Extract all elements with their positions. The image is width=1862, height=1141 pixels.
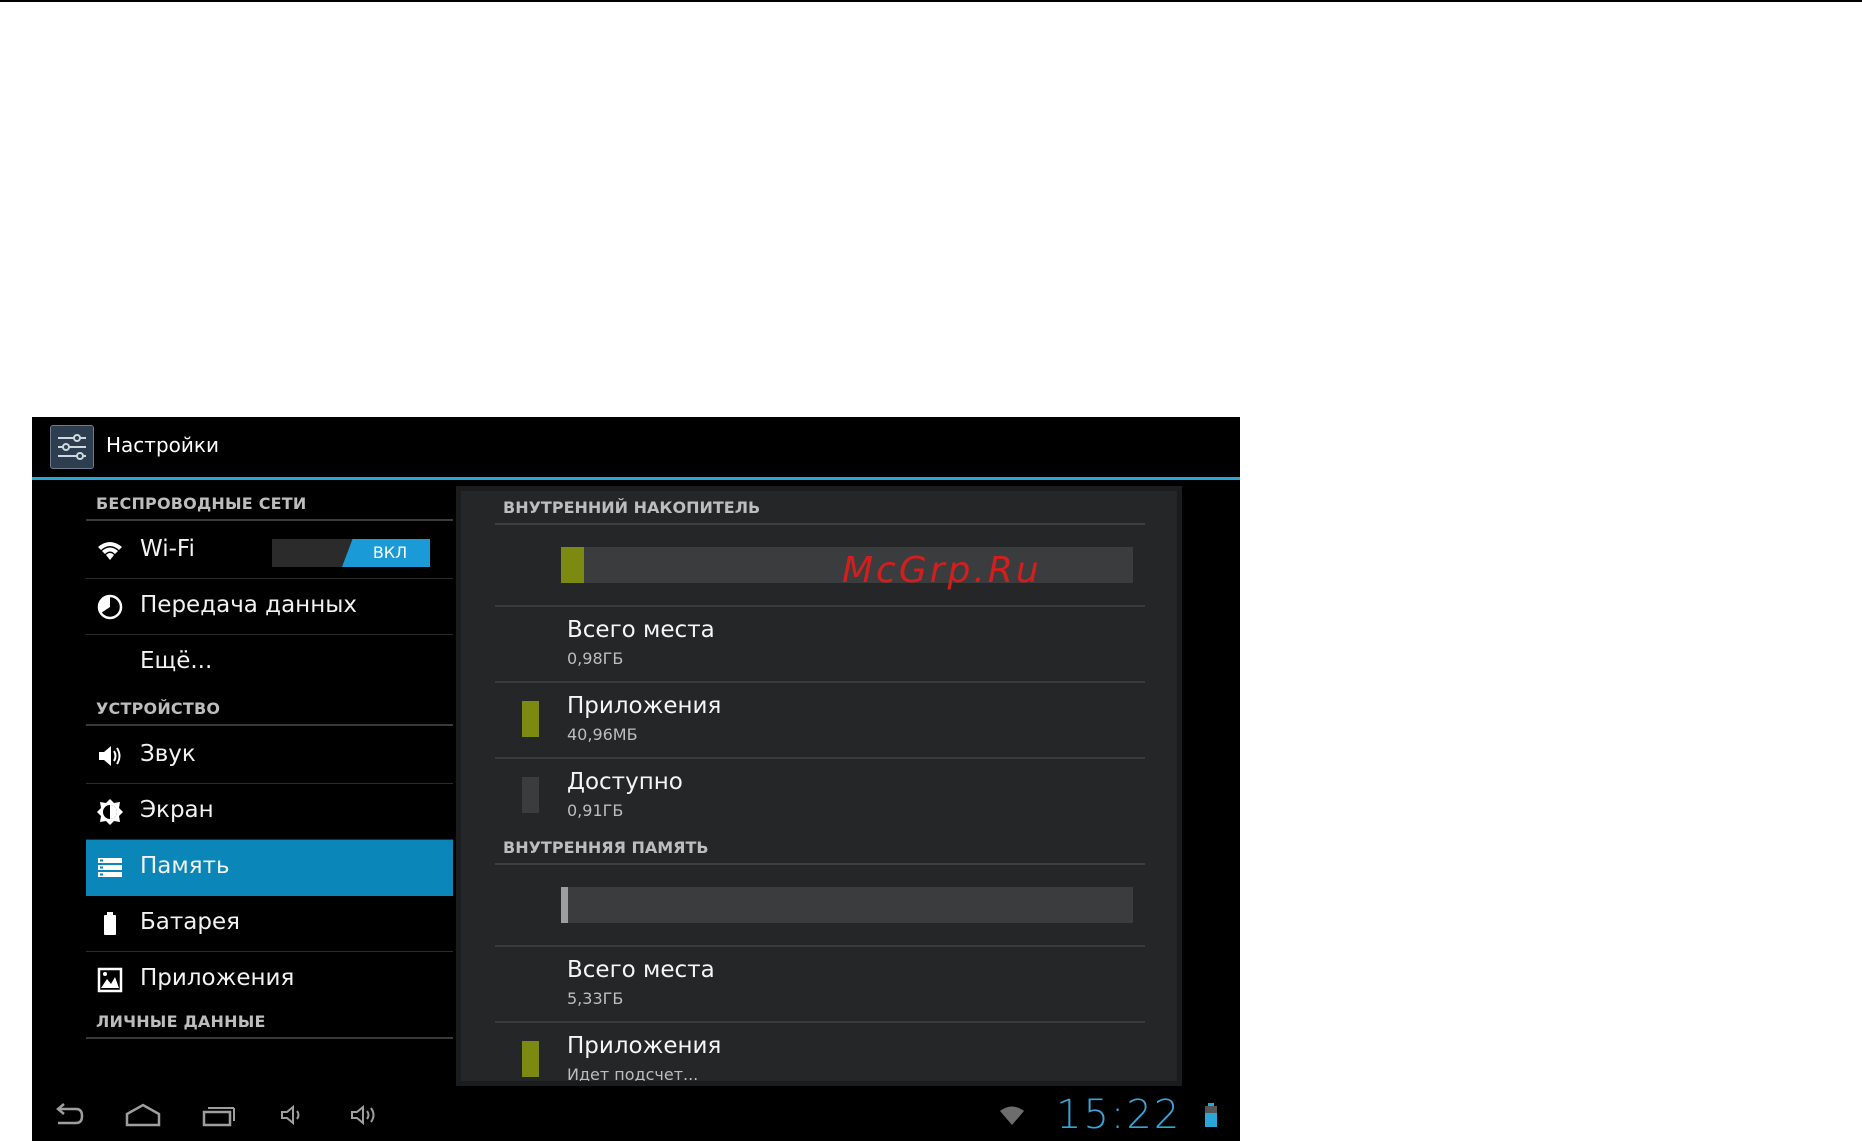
status-clock[interactable]: 15:22 xyxy=(1056,1089,1181,1141)
category-device: УСТРОЙСТВО xyxy=(86,692,453,726)
settings-item-sound[interactable]: Звук xyxy=(86,728,453,784)
section-internal-memory: ВНУТРЕННЯЯ ПАМЯТЬ xyxy=(495,831,1145,865)
tablet-screen: Настройки БЕСПРОВОДНЫЕ СЕТИ Wi-Fi ВКЛ Пе… xyxy=(32,417,1240,1141)
storage-row-value: 5,33ГБ xyxy=(567,989,624,1008)
storage-detail-pane: ВНУТРЕННИЙ НАКОПИТЕЛЬ Всего места 0,98ГБ… xyxy=(456,486,1182,1086)
app-title: Настройки xyxy=(106,433,219,457)
apps-color-swatch xyxy=(522,1041,539,1077)
settings-item-label: Ещё... xyxy=(140,648,213,674)
settings-item-label: Батарея xyxy=(140,909,240,935)
storage-row-title: Всего места xyxy=(567,957,715,983)
settings-item-label: Память xyxy=(140,853,230,879)
settings-item-storage[interactable]: Память xyxy=(86,840,453,896)
settings-item-display[interactable]: Экран xyxy=(86,784,453,840)
internal-storage-used-fill xyxy=(561,547,584,583)
speaker-icon xyxy=(96,742,124,770)
data-usage-icon xyxy=(96,593,124,621)
settings-item-apps[interactable]: Приложения xyxy=(86,952,453,1008)
storage-row-value: 0,98ГБ xyxy=(567,649,624,668)
category-personal: ЛИЧНЫЕ ДАННЫЕ xyxy=(86,1007,453,1039)
internal-memory-usage-bar xyxy=(561,887,1133,923)
back-icon[interactable] xyxy=(50,1101,86,1129)
available-color-swatch xyxy=(522,777,539,813)
settings-list: БЕСПРОВОДНЫЕ СЕТИ Wi-Fi ВКЛ Передача дан… xyxy=(86,483,453,1093)
storage-row-title: Приложения xyxy=(567,693,722,719)
wifi-toggle[interactable]: ВКЛ xyxy=(272,539,430,567)
volume-down-icon[interactable] xyxy=(278,1101,308,1129)
storage-row-total: Всего места 5,33ГБ xyxy=(495,945,1145,1021)
settings-item-more[interactable]: Ещё... xyxy=(86,635,453,691)
battery-status-icon xyxy=(1204,1101,1218,1129)
storage-row-value: Идет подсчет... xyxy=(567,1065,699,1084)
settings-item-label: Приложения xyxy=(140,965,295,991)
storage-row-value: 0,91ГБ xyxy=(567,801,624,820)
storage-row-apps[interactable]: Приложения 40,96МБ xyxy=(495,681,1145,757)
settings-item-label: Звук xyxy=(140,741,196,767)
wifi-status-icon xyxy=(998,1103,1026,1131)
home-icon[interactable] xyxy=(124,1101,162,1129)
apps-color-swatch xyxy=(522,701,539,737)
wifi-toggle-on: ВКЛ xyxy=(342,539,430,567)
system-navigation-bar: 15:22 xyxy=(32,1089,1240,1141)
settings-item-label: Экран xyxy=(140,797,214,823)
settings-app-icon[interactable] xyxy=(50,425,94,469)
apps-icon xyxy=(96,966,124,994)
page-top-rule xyxy=(0,0,1862,2)
battery-icon xyxy=(96,910,124,938)
storage-row-value: 40,96МБ xyxy=(567,725,638,744)
settings-item-label: Передача данных xyxy=(140,592,358,618)
internal-memory-used-fill xyxy=(561,887,568,923)
section-internal-storage: ВНУТРЕННИЙ НАКОПИТЕЛЬ xyxy=(495,491,1145,525)
action-bar: Настройки xyxy=(32,417,1240,480)
settings-item-label: Wi-Fi xyxy=(140,536,195,562)
storage-row-apps[interactable]: Приложения Идет подсчет... xyxy=(495,1021,1145,1084)
brightness-icon xyxy=(96,798,124,826)
storage-row-total: Всего места 0,98ГБ xyxy=(495,605,1145,681)
recent-apps-icon[interactable] xyxy=(200,1101,236,1129)
action-bar-divider xyxy=(32,477,1240,480)
settings-item-wifi[interactable]: Wi-Fi ВКЛ xyxy=(86,523,453,579)
storage-row-title: Доступно xyxy=(567,769,683,795)
wifi-icon xyxy=(96,537,124,565)
storage-row-available: Доступно 0,91ГБ xyxy=(495,757,1145,833)
category-wireless: БЕСПРОВОДНЫЕ СЕТИ xyxy=(86,487,453,521)
settings-item-data-usage[interactable]: Передача данных xyxy=(86,579,453,635)
settings-item-battery[interactable]: Батарея xyxy=(86,896,453,952)
storage-row-title: Приложения xyxy=(567,1033,722,1059)
storage-row-title: Всего места xyxy=(567,617,715,643)
watermark: McGrp.Ru xyxy=(842,550,1042,591)
storage-icon xyxy=(96,854,124,882)
volume-up-icon[interactable] xyxy=(348,1101,382,1129)
